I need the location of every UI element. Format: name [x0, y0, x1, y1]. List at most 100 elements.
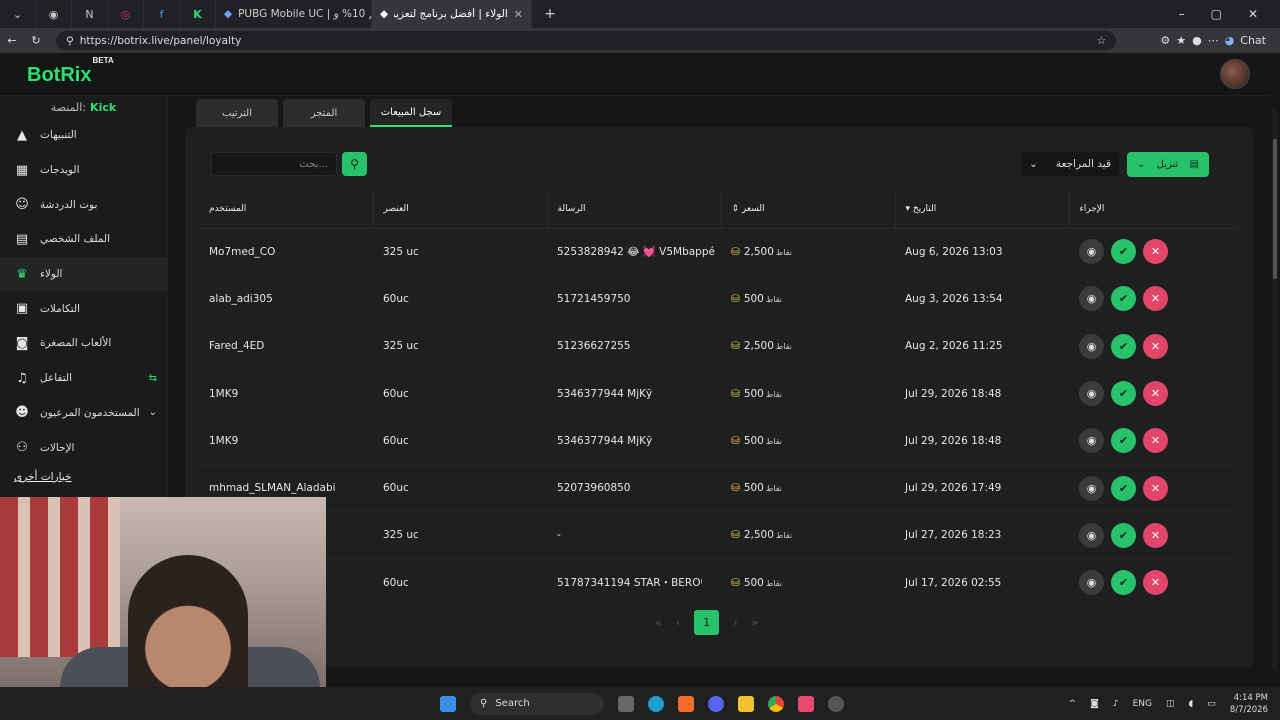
chevron-down-icon[interactable]: ⌄: [149, 407, 157, 418]
cell-actions: ◉ ✔ ✕: [1069, 417, 1239, 465]
user-avatar[interactable]: [1220, 59, 1250, 89]
app-logo[interactable]: BotRixBETA: [27, 56, 114, 87]
first-page-icon[interactable]: «: [655, 616, 662, 629]
browser-tab-active[interactable]: ◆ الولاء | أفضل برنامج لتعزيز البث المبا…: [372, 0, 532, 28]
approve-check-icon[interactable]: ✔: [1111, 570, 1136, 596]
discord-icon[interactable]: [708, 695, 724, 712]
reject-x-icon[interactable]: ✕: [1143, 381, 1168, 407]
download-button[interactable]: ⌄ تنزيل ▤: [1127, 152, 1209, 177]
pinned-tab-facebook[interactable]: f: [144, 0, 180, 28]
approve-check-icon[interactable]: ✔: [1111, 428, 1136, 454]
close-tab-icon[interactable]: ✕: [514, 8, 523, 21]
extensions-icon[interactable]: ⚙: [1160, 34, 1170, 47]
sidebar-item-referrals[interactable]: ⚇ الإحالات: [0, 430, 167, 465]
battery-icon[interactable]: ▭: [1207, 699, 1216, 709]
new-tab-button[interactable]: +: [532, 0, 568, 28]
sidebar-item-chatbot[interactable]: ☺ بوت الدردشة: [0, 187, 167, 222]
url-input[interactable]: ⚲ https://botrix.live/panel/loyalty ☆: [56, 31, 1116, 50]
pinned-tab-kick[interactable]: K: [180, 0, 216, 28]
reject-x-icon[interactable]: ✕: [1143, 475, 1168, 501]
pinned-tab-instagram[interactable]: ◎: [108, 0, 144, 28]
sidebar-item-sponsored-users[interactable]: ☻ المستخدمون المرعيون ⌄: [0, 396, 167, 431]
sidebar-item-loyalty[interactable]: ♛ الولاء: [0, 256, 167, 292]
cell-price: ⛁ 500 نقاط: [721, 464, 895, 513]
view-eye-icon[interactable]: ◉: [1079, 286, 1104, 312]
browser-tab-pubg[interactable]: ◆ PUBG Mobile UC | خصم 10% و... ✕: [216, 0, 372, 28]
next-page-icon[interactable]: ›: [733, 616, 737, 629]
favorites-icon[interactable]: ★: [1176, 34, 1186, 47]
volume-icon[interactable]: ◖: [1189, 699, 1194, 709]
language-indicator[interactable]: ENG: [1133, 699, 1152, 709]
column-date[interactable]: ▾ التاريخ: [894, 191, 1069, 229]
approve-check-icon[interactable]: ✔: [1111, 286, 1136, 312]
scrollbar-thumb[interactable]: [1273, 139, 1277, 279]
pinned-tab-1[interactable]: ◉: [36, 0, 72, 28]
tab-store[interactable]: المتجر: [283, 99, 365, 127]
status-filter-select[interactable]: ⌄ قيد المراجعة: [1021, 152, 1119, 176]
more-options-link[interactable]: خيارات أخرى: [0, 465, 167, 489]
reject-x-icon[interactable]: ✕: [1143, 570, 1168, 596]
menu-dots-icon[interactable]: ⋯: [1208, 34, 1219, 47]
profile-icon[interactable]: ●: [1192, 34, 1202, 47]
sidebar-item-minigames[interactable]: ◙ الألعاب المصغرة: [0, 326, 167, 361]
reject-x-icon[interactable]: ✕: [1143, 239, 1168, 265]
prev-page-icon[interactable]: ‹: [676, 616, 680, 629]
search-input[interactable]: ...بحث: [211, 152, 337, 176]
page-scrollbar[interactable]: [1272, 109, 1278, 669]
task-view-icon[interactable]: [618, 695, 634, 712]
reject-x-icon[interactable]: ✕: [1143, 333, 1168, 359]
settings-icon[interactable]: [828, 695, 844, 712]
approve-check-icon[interactable]: ✔: [1111, 475, 1136, 501]
pinned-tab-2[interactable]: N: [72, 0, 108, 28]
tab-ranking[interactable]: الترتيب: [196, 99, 278, 127]
copilot-chat-button[interactable]: ⚙ ★ ● ⋯ ◕ Chat: [1160, 34, 1266, 47]
taskbar-apps: ⚲ Search: [440, 692, 844, 715]
sales-log-panel: ...بحث ⚲ ⌄ قيد المراجعة ⌄ تنزيل ▤ المستخ…: [185, 127, 1253, 667]
minimize-icon[interactable]: –: [1179, 7, 1185, 21]
microphone-icon[interactable]: ♪: [1113, 699, 1119, 709]
reject-x-icon[interactable]: ✕: [1143, 286, 1168, 312]
search-button[interactable]: ⚲: [342, 152, 367, 176]
system-clock[interactable]: 4:14 PM 8/7/2026: [1230, 692, 1268, 716]
sidebar-item-interaction[interactable]: ♫ التفاعل ⇆: [0, 361, 167, 396]
network-icon[interactable]: ◫: [1166, 699, 1175, 709]
brave-icon[interactable]: [678, 695, 694, 712]
chrome-icon[interactable]: [768, 695, 784, 712]
view-eye-icon[interactable]: ◉: [1079, 428, 1104, 454]
back-icon[interactable]: ←: [0, 34, 24, 47]
sidebar-item-widgets[interactable]: ▦ الويدجات: [0, 153, 167, 188]
tab-list-icon[interactable]: ⌄: [0, 0, 36, 28]
approve-check-icon[interactable]: ✔: [1111, 333, 1136, 359]
view-eye-icon[interactable]: ◉: [1079, 570, 1104, 596]
page-number-current[interactable]: 1: [694, 610, 720, 635]
windows-start-icon[interactable]: [440, 695, 456, 712]
search-icon: ⚲: [480, 698, 488, 709]
maximize-icon[interactable]: ▢: [1211, 7, 1222, 21]
reject-x-icon[interactable]: ✕: [1143, 428, 1168, 454]
approve-check-icon[interactable]: ✔: [1111, 522, 1136, 548]
reject-x-icon[interactable]: ✕: [1143, 522, 1168, 548]
tab-sales-log[interactable]: سجل المبيعات: [370, 99, 452, 127]
close-window-icon[interactable]: ✕: [1248, 7, 1258, 21]
sidebar-item-integrations[interactable]: ▣ التكاملات: [0, 291, 167, 326]
view-eye-icon[interactable]: ◉: [1079, 239, 1104, 265]
view-eye-icon[interactable]: ◉: [1079, 333, 1104, 359]
view-eye-icon[interactable]: ◉: [1079, 381, 1104, 407]
sidebar-item-profile[interactable]: ▤ الملف الشخصي: [0, 222, 167, 257]
edge-icon[interactable]: [648, 695, 664, 712]
approve-check-icon[interactable]: ✔: [1111, 239, 1136, 265]
discord-tray-icon[interactable]: ◙: [1090, 699, 1099, 709]
bookmark-star-icon[interactable]: ☆: [1097, 35, 1106, 47]
sidebar-item-alerts[interactable]: ▲ التنبيهات: [0, 118, 167, 153]
column-price[interactable]: ⇕ السعر: [720, 191, 895, 229]
streaming-app-icon[interactable]: [798, 695, 814, 712]
tray-overflow-icon[interactable]: ^: [1069, 699, 1077, 709]
site-info-icon[interactable]: ⚲: [66, 35, 74, 47]
reload-icon[interactable]: ↻: [24, 34, 48, 47]
view-eye-icon[interactable]: ◉: [1079, 522, 1104, 548]
view-eye-icon[interactable]: ◉: [1079, 475, 1104, 501]
last-page-icon[interactable]: »: [752, 616, 759, 629]
file-explorer-icon[interactable]: [738, 695, 754, 712]
taskbar-search[interactable]: ⚲ Search: [470, 692, 604, 715]
approve-check-icon[interactable]: ✔: [1111, 381, 1136, 407]
